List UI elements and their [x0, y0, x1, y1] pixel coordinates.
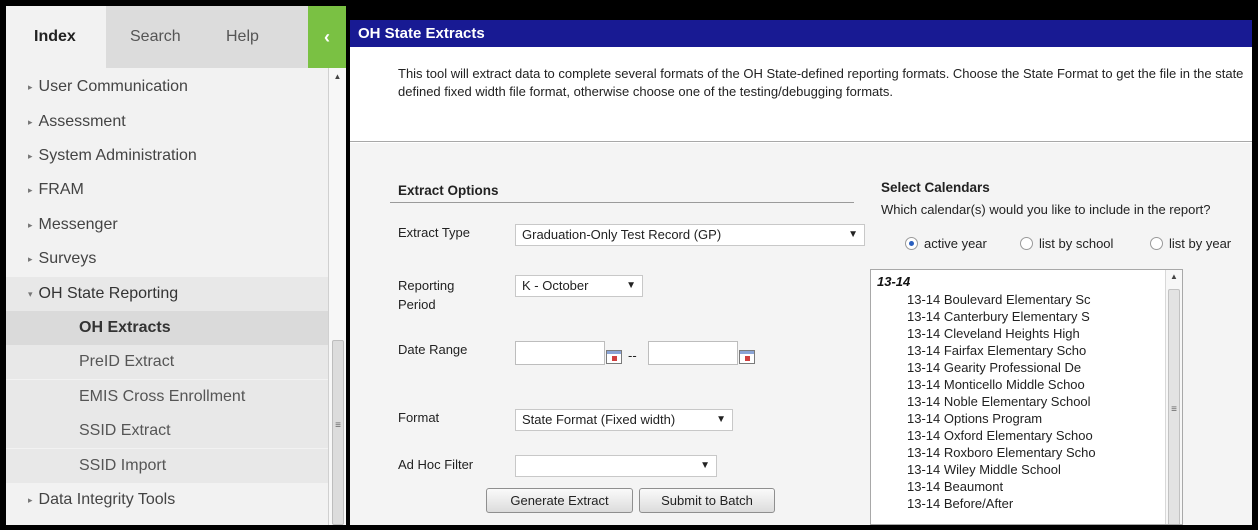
calendar-scroll-thumb[interactable]: ≡	[1168, 289, 1180, 524]
extract-type-select[interactable]: Graduation-Only Test Record (GP) ▼	[515, 224, 865, 246]
main-panel: OH State Extracts This tool will extract…	[350, 20, 1252, 525]
extract-options-title: Extract Options	[398, 183, 499, 198]
radio-active-year[interactable]	[905, 237, 918, 250]
nav-item-label: OH State Reporting	[38, 285, 179, 303]
expand-arrow-icon: ▸	[28, 151, 33, 161]
nav-item-label: Messenger	[38, 216, 118, 234]
nav-item-data-integrity-tools[interactable]: ▸ Data Integrity Tools	[6, 483, 328, 517]
radio-active-year-label[interactable]: active year	[924, 236, 987, 251]
nav-item-emis-cross-enrollment[interactable]: EMIS Cross Enrollment	[6, 380, 328, 414]
dropdown-arrow-icon: ▼	[626, 280, 636, 291]
dropdown-arrow-icon: ▼	[848, 229, 858, 240]
end-date-input[interactable]	[648, 341, 738, 365]
calendar-icon[interactable]	[606, 350, 622, 364]
nav-item-assessment[interactable]: ▸ Assessment	[6, 105, 328, 139]
nav-scroll-thumb[interactable]: ≡	[332, 340, 344, 525]
nav-menu: ▸ User Communication ▸ Assessment ▸ System …	[6, 68, 328, 525]
calendar-listbox[interactable]: 13-14 13-14 Boulevard Elementary Sc 13-1…	[870, 269, 1183, 525]
format-label: Format	[398, 410, 440, 425]
tab-search[interactable]: Search	[130, 6, 181, 68]
tab-help[interactable]: Help	[226, 6, 259, 68]
nav-item-label: Surveys	[38, 250, 97, 268]
nav-item-user-communication[interactable]: ▸ User Communication	[6, 70, 328, 104]
nav-tab-bar: Index Search Help ‹	[6, 6, 346, 68]
ad-hoc-filter-label: Ad Hoc Filter	[398, 457, 474, 472]
nav-item-fram[interactable]: ▸ FRAM	[6, 173, 328, 207]
collapse-nav-button[interactable]: ‹	[308, 6, 346, 68]
calendar-scrollbar[interactable]: ▲ ≡	[1165, 270, 1182, 524]
nav-item-label: System Administration	[38, 147, 197, 165]
format-value: State Format (Fixed width)	[522, 412, 676, 427]
calendar-year-group: 13-14	[877, 274, 911, 289]
nav-item-ssid-extract[interactable]: SSID Extract	[6, 414, 328, 448]
nav-scrollbar[interactable]: ▲ ≡	[328, 68, 346, 525]
nav-item-ssid-import[interactable]: SSID Import	[6, 449, 328, 483]
chevron-left-icon: ‹	[324, 27, 330, 47]
nav-item-messenger[interactable]: ▸ Messenger	[6, 208, 328, 242]
generate-extract-button[interactable]: Generate Extract	[486, 488, 633, 513]
expand-arrow-icon: ▸	[28, 495, 33, 505]
nav-item-surveys[interactable]: ▸ Surveys	[6, 242, 328, 276]
calendar-option[interactable]: 13-14 Beaumont	[907, 478, 1003, 495]
calendar-option[interactable]: 13-14 Oxford Elementary Schoo	[907, 427, 1093, 444]
reporting-period-select[interactable]: K - October ▼	[515, 275, 643, 297]
calendar-option[interactable]: 13-14 Boulevard Elementary Sc	[907, 291, 1091, 308]
nav-item-label: Data Integrity Tools	[38, 491, 176, 509]
dropdown-arrow-icon: ▼	[700, 460, 710, 471]
reporting-period-value: K - October	[522, 278, 589, 293]
calendar-option[interactable]: 13-14 Options Program	[907, 410, 1042, 427]
ad-hoc-filter-select[interactable]: ▼	[515, 455, 717, 477]
page-title: OH State Extracts	[350, 20, 1252, 47]
description-text: This tool will extract data to complete …	[398, 66, 1244, 99]
calendar-option[interactable]: 13-14 Wiley Middle School	[907, 461, 1061, 478]
expand-arrow-icon: ▸	[28, 82, 33, 92]
radio-list-by-year[interactable]	[1150, 237, 1163, 250]
radio-list-by-school-label[interactable]: list by school	[1039, 236, 1113, 251]
date-range-label: Date Range	[398, 342, 468, 357]
calendar-option[interactable]: 13-14 Canterbury Elementary S	[907, 308, 1090, 325]
start-date-input[interactable]	[515, 341, 605, 365]
nav-item-system-administration[interactable]: ▸ System Administration	[6, 139, 328, 173]
calendar-icon[interactable]	[739, 350, 755, 364]
calendar-option[interactable]: 13-14 Before/After	[907, 495, 1013, 512]
dropdown-arrow-icon: ▼	[716, 414, 726, 425]
collapse-arrow-icon: ▾	[28, 289, 33, 299]
grip-icon: ≡	[335, 420, 341, 431]
expand-arrow-icon: ▸	[28, 220, 33, 230]
nav-item-account-settings[interactable]: Account Settings	[6, 516, 328, 525]
reporting-period-label: Reporting Period	[398, 278, 455, 312]
calendar-option[interactable]: 13-14 Fairfax Elementary Scho	[907, 342, 1086, 359]
calendar-option[interactable]: 13-14 Cleveland Heights High	[907, 325, 1080, 342]
calendar-option[interactable]: 13-14 Noble Elementary School	[907, 393, 1091, 410]
extract-type-value: Graduation-Only Test Record (GP)	[522, 227, 722, 242]
section-divider	[390, 202, 854, 203]
expand-arrow-icon: ▸	[28, 185, 33, 195]
calendars-question: Which calendar(s) would you like to incl…	[881, 202, 1211, 217]
calendar-option[interactable]: 13-14 Monticello Middle Schoo	[907, 376, 1085, 393]
extract-type-label: Extract Type	[398, 225, 471, 240]
submit-to-batch-button[interactable]: Submit to Batch	[639, 488, 775, 513]
side-navigation: Index Search Help ‹ ▸ User Communication …	[6, 6, 346, 525]
scroll-up-icon[interactable]: ▲	[329, 70, 346, 84]
nav-item-label: Assessment	[38, 113, 126, 131]
nav-item-oh-state-reporting[interactable]: ▾ OH State Reporting	[6, 277, 328, 311]
extract-form-area: Extract Options Extract Type Graduation-…	[350, 143, 1252, 525]
date-separator: --	[628, 348, 637, 363]
nav-item-oh-extracts[interactable]: OH Extracts	[6, 311, 328, 345]
nav-item-label: User Communication	[38, 78, 188, 96]
expand-arrow-icon: ▸	[28, 117, 33, 127]
scroll-up-icon[interactable]: ▲	[1166, 272, 1182, 281]
format-select[interactable]: State Format (Fixed width) ▼	[515, 409, 733, 431]
calendar-option[interactable]: 13-14 Roxboro Elementary Scho	[907, 444, 1096, 461]
nav-item-preid-extract[interactable]: PreID Extract	[6, 345, 328, 379]
expand-arrow-icon: ▸	[28, 254, 33, 264]
radio-list-by-year-label[interactable]: list by year	[1169, 236, 1231, 251]
radio-list-by-school[interactable]	[1020, 237, 1033, 250]
calendar-option[interactable]: 13-14 Gearity Professional De	[907, 359, 1081, 376]
select-calendars-title: Select Calendars	[881, 180, 990, 195]
grip-icon: ≡	[1171, 404, 1177, 415]
nav-item-label: FRAM	[38, 181, 84, 199]
tab-index[interactable]: Index	[6, 6, 106, 68]
tool-description: This tool will extract data to complete …	[350, 47, 1252, 142]
